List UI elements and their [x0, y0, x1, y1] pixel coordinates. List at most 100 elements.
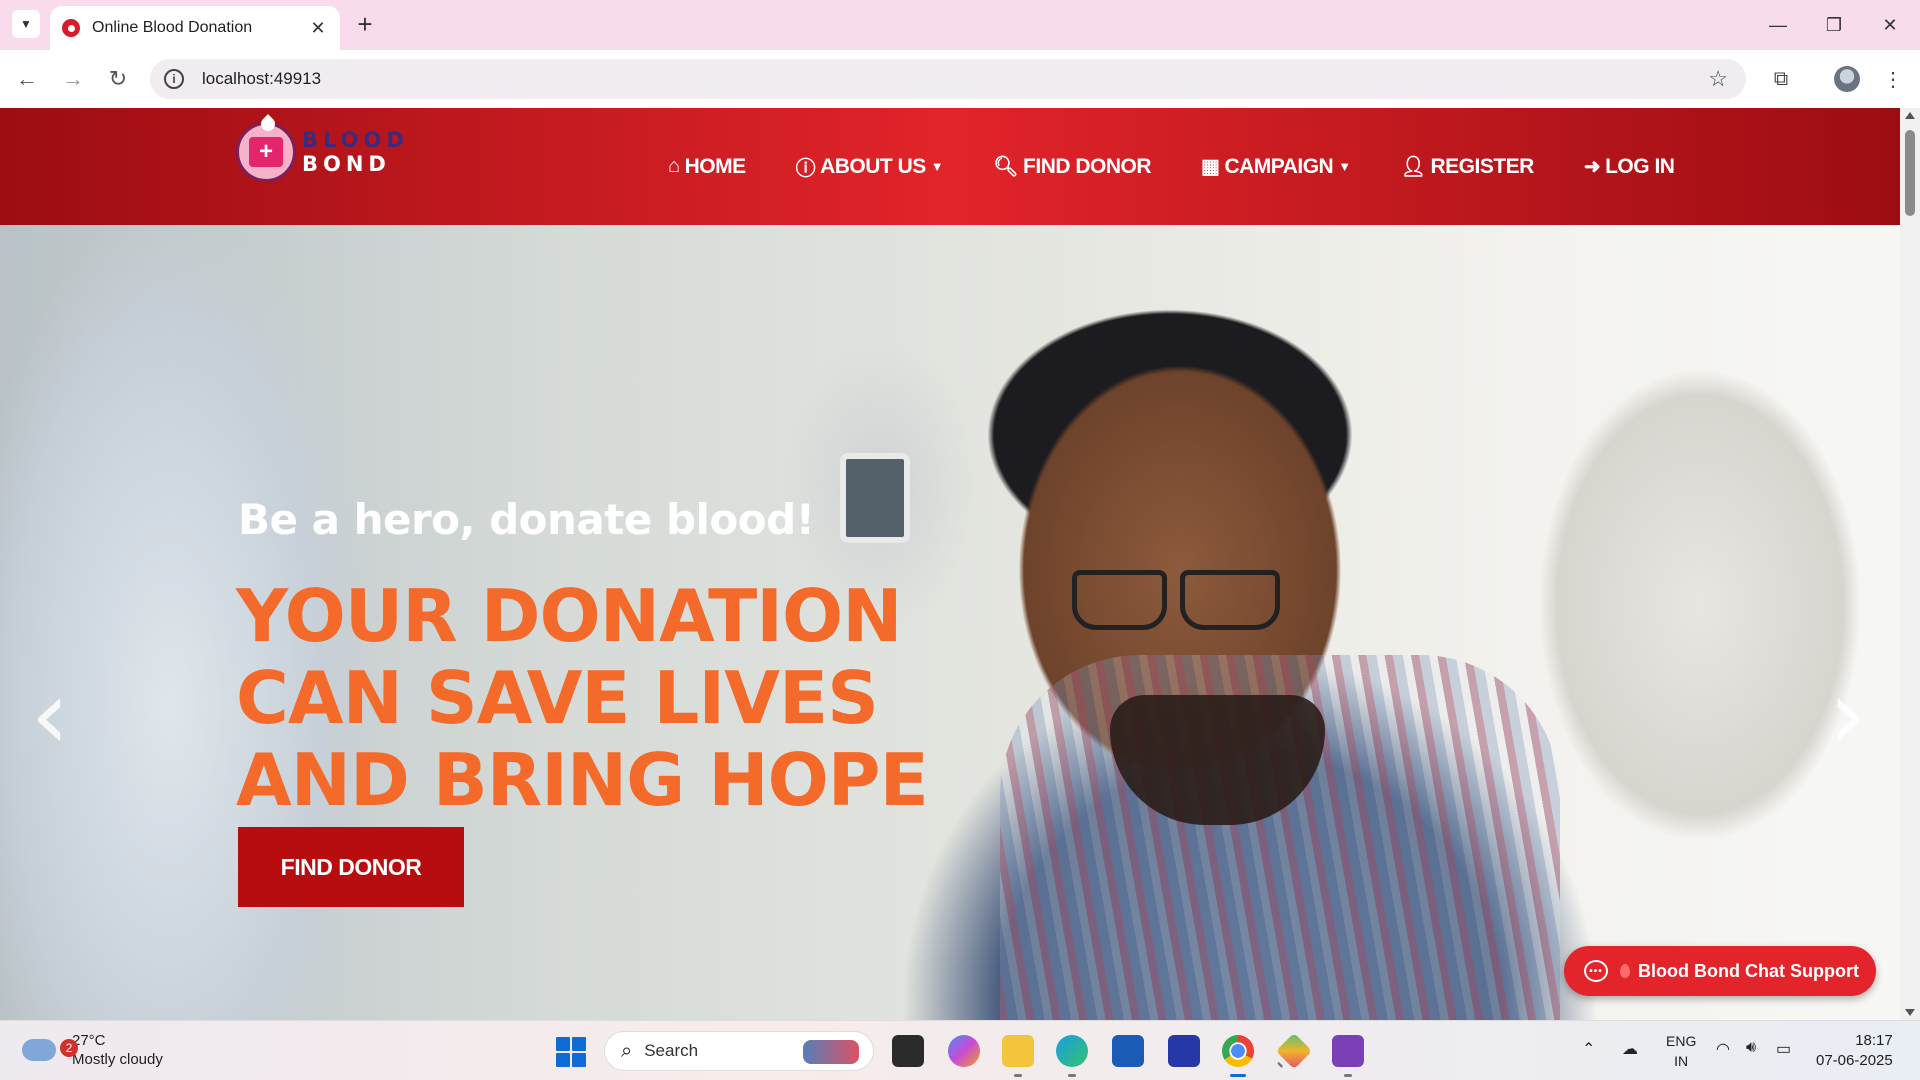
page-scrollbar[interactable] [1900, 108, 1920, 1020]
language-line1: ENG [1666, 1033, 1697, 1049]
search-icon: 🔍︎ [993, 156, 1019, 178]
app-icon[interactable] [1275, 1032, 1313, 1070]
caret-down-icon: ▼ [1338, 159, 1351, 174]
taskbar-search[interactable]: ⌕ Search [604, 1031, 874, 1071]
hero-carousel: Be a hero, donate blood! YOUR DONATION C… [0, 225, 1900, 1020]
blood-drop-icon [1620, 964, 1630, 978]
browser-tab-active[interactable]: Online Blood Donation ✕ [50, 6, 340, 50]
page-viewport: + BLOOD BOND ⌂ HOME ⓘ ABOUT US ▼ 🔍︎ FIND… [0, 108, 1920, 1020]
chat-support-label: Blood Bond Chat Support [1638, 960, 1859, 981]
back-icon[interactable]: ← [14, 66, 40, 92]
cloud-icon [22, 1039, 56, 1061]
site-navbar: + BLOOD BOND ⌂ HOME ⓘ ABOUT US ▼ 🔍︎ FIND… [0, 108, 1900, 225]
clock-date: 07-06-2025 [1816, 1052, 1893, 1069]
bookmark-star-icon[interactable]: ☆ [1708, 66, 1728, 92]
task-view-icon[interactable] [892, 1035, 924, 1067]
show-hidden-icons-icon[interactable]: ⌃ [1582, 1039, 1595, 1059]
blood-drop-favicon-icon [62, 19, 80, 37]
nav-about-us-label: ABOUT US [820, 154, 926, 178]
nav-find-donor[interactable]: 🔍︎ FIND DONOR [993, 154, 1151, 179]
vs-code-icon[interactable] [1168, 1035, 1200, 1067]
hero-title-line: AND BRING HOPE [236, 738, 929, 822]
nav-find-donor-label: FIND DONOR [1023, 154, 1152, 178]
weather-widget[interactable]: 2 27°C Mostly cloudy [22, 1031, 163, 1069]
clock-time: 18:17 [1855, 1032, 1893, 1049]
tab-search-button[interactable]: ▼ [12, 10, 40, 38]
hero-title-line: CAN SAVE LIVES [236, 656, 879, 740]
battery-icon[interactable]: ▭ [1776, 1039, 1791, 1059]
language-line2: IN [1674, 1053, 1689, 1069]
find-donor-button[interactable]: FIND DONOR [238, 827, 464, 907]
edge-icon[interactable] [1056, 1035, 1088, 1077]
forward-icon[interactable]: → [60, 66, 86, 92]
nav-log-in-label: LOG IN [1605, 154, 1675, 178]
nav-log-in[interactable]: ➜ LOG IN [1584, 154, 1675, 179]
tab-title: Online Blood Donation [92, 19, 253, 36]
address-bar[interactable]: i localhost:49913 ☆ [150, 59, 1746, 99]
site-logo[interactable]: + BLOOD BOND [236, 114, 409, 182]
logo-line1: BLOOD [302, 128, 409, 152]
copilot-icon[interactable] [948, 1035, 980, 1067]
chrome-icon[interactable] [1222, 1035, 1254, 1077]
hero-title-line: YOUR DONATION [236, 574, 902, 658]
close-window-button[interactable]: ✕ [1870, 10, 1910, 40]
new-tab-button[interactable]: + [352, 11, 378, 38]
scroll-thumb[interactable] [1905, 130, 1915, 216]
nav-campaign-label: CAMPAIGN [1224, 154, 1334, 178]
file-explorer-icon[interactable] [1002, 1035, 1034, 1077]
carousel-prev-icon[interactable]: ‹ [20, 667, 80, 763]
hero-subtitle: Be a hero, donate blood! [238, 495, 815, 544]
restore-button[interactable]: ❐ [1814, 10, 1854, 40]
nav-register-label: REGISTER [1430, 154, 1534, 178]
microsoft-store-icon[interactable] [1112, 1035, 1144, 1067]
calendar-icon: ▦ [1201, 156, 1220, 178]
blood-bond-logo-icon: + [236, 114, 296, 182]
logo-line2: BOND [302, 152, 391, 176]
carousel-next-icon[interactable]: › [1818, 667, 1878, 763]
weather-text: 27°C Mostly cloudy [72, 1031, 163, 1069]
system-clock[interactable]: 18:17 07-06-2025 [1816, 1031, 1893, 1071]
caret-down-icon: ▼ [930, 159, 944, 174]
minimize-button[interactable]: — [1758, 10, 1798, 40]
chat-bubble-icon: ••• [1584, 960, 1608, 982]
start-button-icon[interactable] [556, 1037, 586, 1067]
language-indicator[interactable]: ENG IN [1666, 1031, 1696, 1071]
nav-home[interactable]: ⌂ HOME [668, 155, 746, 179]
browser-tab-strip: ▼ Online Blood Donation ✕ + — ❐ ✕ [0, 0, 1920, 50]
weather-temp: 27°C [72, 1032, 106, 1049]
taskbar-search-placeholder: Search [644, 1041, 699, 1060]
scroll-up-icon[interactable] [1905, 112, 1915, 119]
nav-about-us[interactable]: ⓘ ABOUT US ▼ [796, 152, 944, 181]
hero-photo-glasses [1180, 570, 1280, 630]
hero-title: YOUR DONATION CAN SAVE LIVES AND BRING H… [236, 575, 1036, 821]
search-highlight-image [803, 1040, 859, 1064]
main-menu: ⌂ HOME ⓘ ABOUT US ▼ 🔍︎ FIND DONOR ▦ CAMP… [668, 108, 1724, 225]
user-plus-icon: 👤︎ [1400, 156, 1426, 178]
wifi-icon[interactable]: ◠ [1716, 1039, 1730, 1059]
sign-in-icon: ➜ [1583, 156, 1601, 178]
browser-menu-icon[interactable]: ⋮ [1880, 66, 1906, 92]
windows-taskbar: 2 27°C Mostly cloudy ⌕ Search ⌃ ☁ ENG IN… [0, 1020, 1920, 1080]
home-icon: ⌂ [668, 155, 680, 177]
nav-register[interactable]: 👤︎ REGISTER [1400, 154, 1535, 179]
browser-toolbar: ← → ↻ i localhost:49913 ☆ ⧉ ⋮ [0, 50, 1920, 108]
profile-avatar[interactable] [1834, 66, 1860, 92]
info-icon: ⓘ [795, 158, 816, 180]
extensions-icon[interactable]: ⧉ [1768, 66, 1794, 92]
chevron-down-icon: ▼ [20, 17, 32, 31]
volume-icon[interactable]: 🔊︎ [1746, 1039, 1756, 1057]
scroll-down-icon[interactable] [1905, 1009, 1915, 1016]
logo-text: BLOOD BOND [302, 128, 409, 176]
search-icon: ⌕ [621, 1039, 633, 1062]
weather-alert-badge: 2 [60, 1039, 78, 1057]
onedrive-icon[interactable]: ☁ [1622, 1039, 1638, 1059]
site-info-icon[interactable]: i [164, 69, 184, 89]
tab-close-icon[interactable]: ✕ [308, 18, 328, 39]
nav-home-label: HOME [684, 154, 747, 178]
nav-campaign[interactable]: ▦ CAMPAIGN ▼ [1201, 154, 1351, 179]
hero-photo-monitor [840, 453, 910, 543]
reload-icon[interactable]: ↻ [105, 66, 131, 92]
url-text[interactable]: localhost:49913 [202, 69, 321, 89]
visual-studio-icon[interactable] [1332, 1035, 1364, 1077]
chat-support-button[interactable]: ••• Blood Bond Chat Support [1564, 946, 1876, 996]
